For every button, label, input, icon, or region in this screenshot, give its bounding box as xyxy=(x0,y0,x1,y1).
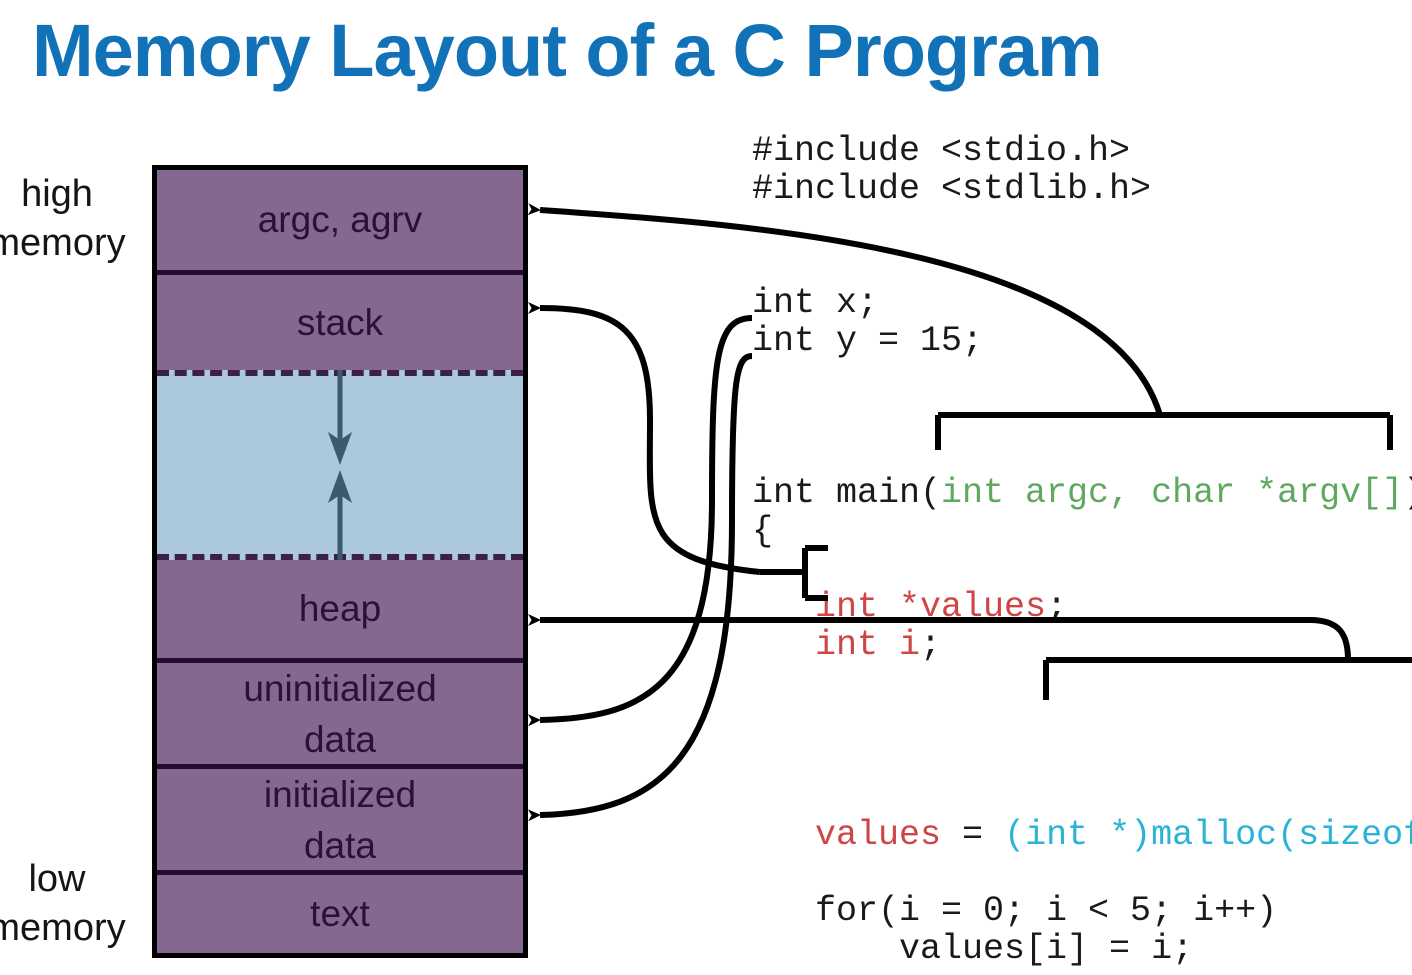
code-line: int x; xyxy=(752,284,1412,322)
code-line: for(i = 0; i < 5; i++) xyxy=(752,892,1412,930)
code-token: values xyxy=(815,815,942,855)
code-token: int x; xyxy=(752,283,879,323)
gap-growth-arrows xyxy=(328,370,352,560)
memory-block-text[interactable]: text xyxy=(157,875,523,953)
code-line: values = (int *)malloc(sizeof xyxy=(752,816,1412,854)
memory-block-uninitialized-data[interactable]: uninitialized data xyxy=(157,663,523,764)
slide-canvas: Memory Layout of a C Program high memory … xyxy=(0,0,1412,975)
code-line: int *values; xyxy=(752,588,1412,626)
code-token: int argc, char *argv[] xyxy=(941,473,1404,513)
code-line: #include <stdlib.h> xyxy=(752,170,1412,208)
page-title: Memory Layout of a C Program xyxy=(32,9,1103,92)
code-token: values[i] = i; xyxy=(752,929,1194,969)
code-token: for(i = 0; i < 5; i++) xyxy=(752,891,1278,931)
heap-grows-up-arrow-head xyxy=(328,470,352,503)
code-token: (int *)malloc(sizeof xyxy=(1004,815,1412,855)
code-line: #include <stdio.h> xyxy=(752,132,1412,170)
uninitialized-data-connector xyxy=(527,315,753,727)
c-source-code: #include <stdio.h> #include <stdlib.h> in… xyxy=(752,132,1412,975)
code-token: = xyxy=(941,815,1005,855)
code-line: int main(int argc, char *argv[]) xyxy=(752,474,1412,512)
code-line: int y = 15; xyxy=(752,322,1412,360)
initialized-data-connector xyxy=(527,353,753,822)
memory-block-initialized-data[interactable]: initialized data xyxy=(157,769,523,870)
code-token: { xyxy=(752,511,774,551)
unused-memory-gap xyxy=(157,370,523,560)
code-token: int *values xyxy=(815,587,1047,627)
code-token: ; xyxy=(920,625,942,665)
code-token: ) xyxy=(1403,473,1412,513)
gap-top-dashed-border xyxy=(157,370,523,376)
low-memory-label-text: low memory xyxy=(0,858,126,949)
code-token: int i xyxy=(815,625,921,665)
memory-layout-diagram: argc, agrv stack heap uninitialized data … xyxy=(152,165,528,958)
memory-block-heap[interactable]: heap xyxy=(157,560,523,658)
code-line: values[i] = i; xyxy=(752,930,1412,968)
code-token: int main( xyxy=(752,473,942,513)
code-token: ; xyxy=(1046,587,1068,627)
code-token: #include <stdlib.h> xyxy=(752,169,1152,209)
memory-block-argc-argv[interactable]: argc, agrv xyxy=(157,170,523,270)
memory-block-stack[interactable]: stack xyxy=(157,275,523,370)
stack-connector xyxy=(527,301,761,575)
code-token: #include <stdio.h> xyxy=(752,131,1131,171)
high-memory-label: high memory xyxy=(0,170,142,268)
low-memory-label: low memory xyxy=(0,855,142,953)
code-token: int y = 15; xyxy=(752,321,984,361)
code-line: int i; xyxy=(752,626,1412,664)
stack-grows-down-arrow-head xyxy=(328,432,352,465)
high-memory-label-text: high memory xyxy=(0,173,126,264)
code-line: { xyxy=(752,512,1412,550)
